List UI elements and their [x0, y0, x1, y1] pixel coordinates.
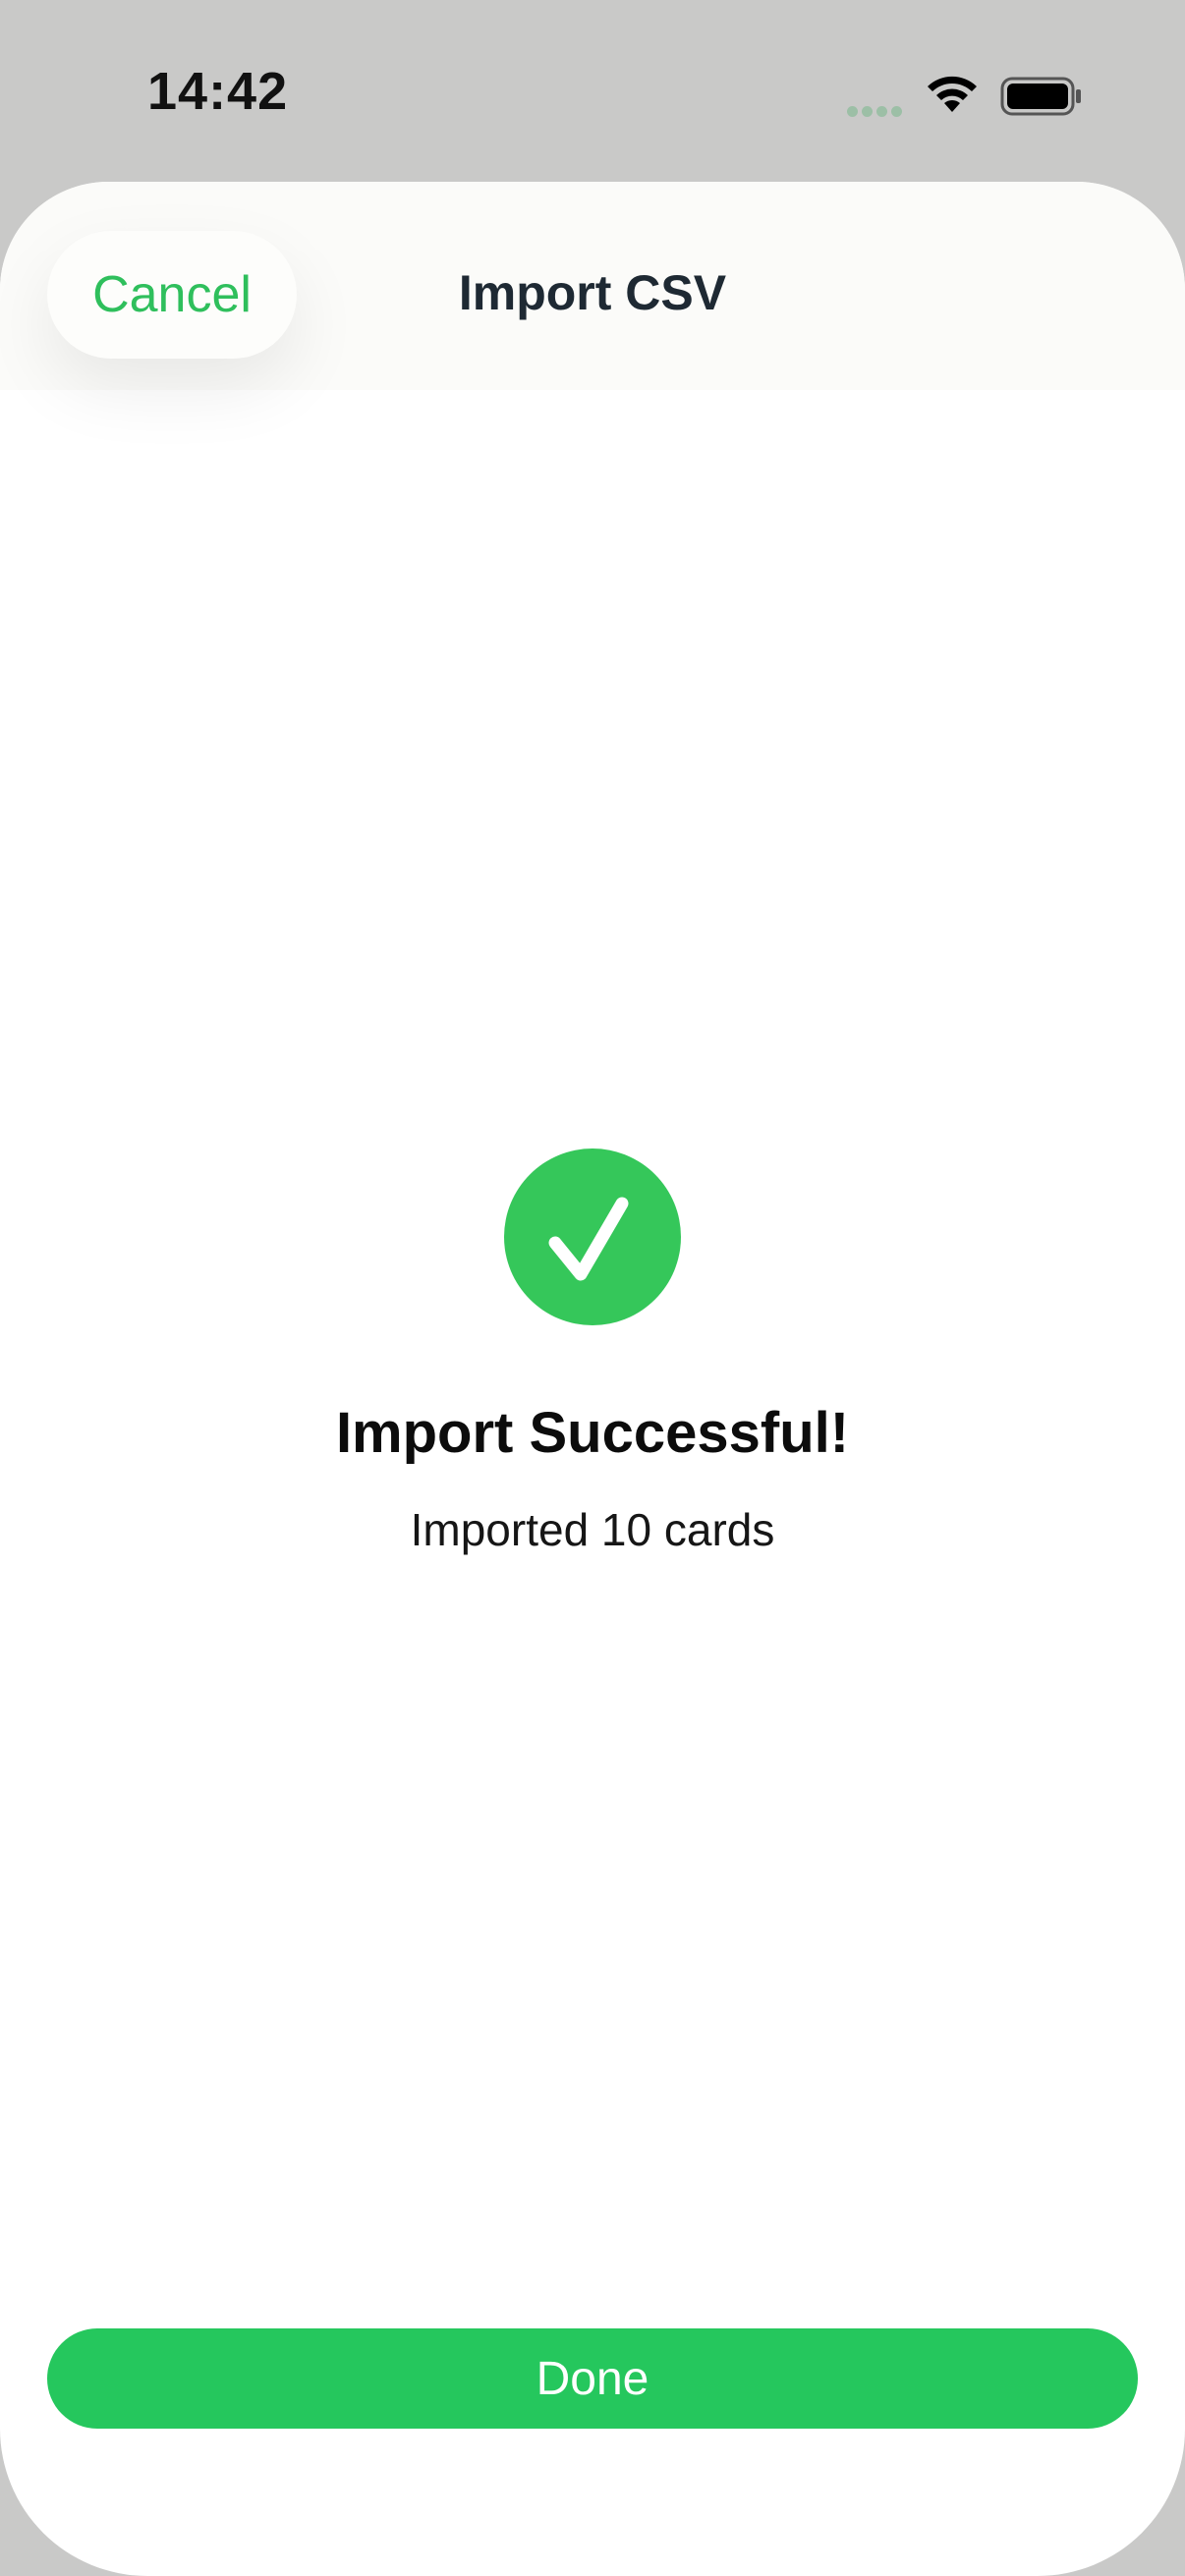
checkmark-circle-icon	[504, 1148, 681, 1325]
success-subtitle: Imported 10 cards	[410, 1504, 775, 1555]
status-time: 14:42	[147, 62, 289, 121]
wifi-icon	[928, 76, 977, 112]
done-button[interactable]: Done	[47, 2328, 1138, 2429]
sheet-header: Cancel Import CSV	[0, 182, 1185, 390]
success-title: Import Successful!	[335, 1401, 850, 1465]
sheet-title: Import CSV	[458, 265, 727, 320]
cellular-signal-icon	[847, 104, 908, 117]
checkmark-icon	[548, 1197, 629, 1281]
import-sheet: Cancel Import CSV Import Successful! Imp…	[0, 182, 1185, 2576]
screen: 14:42 Cancel Import CSV Import Successfu…	[0, 0, 1185, 2576]
status-bar: 14:42	[0, 0, 1185, 182]
battery-icon	[1000, 77, 1081, 116]
